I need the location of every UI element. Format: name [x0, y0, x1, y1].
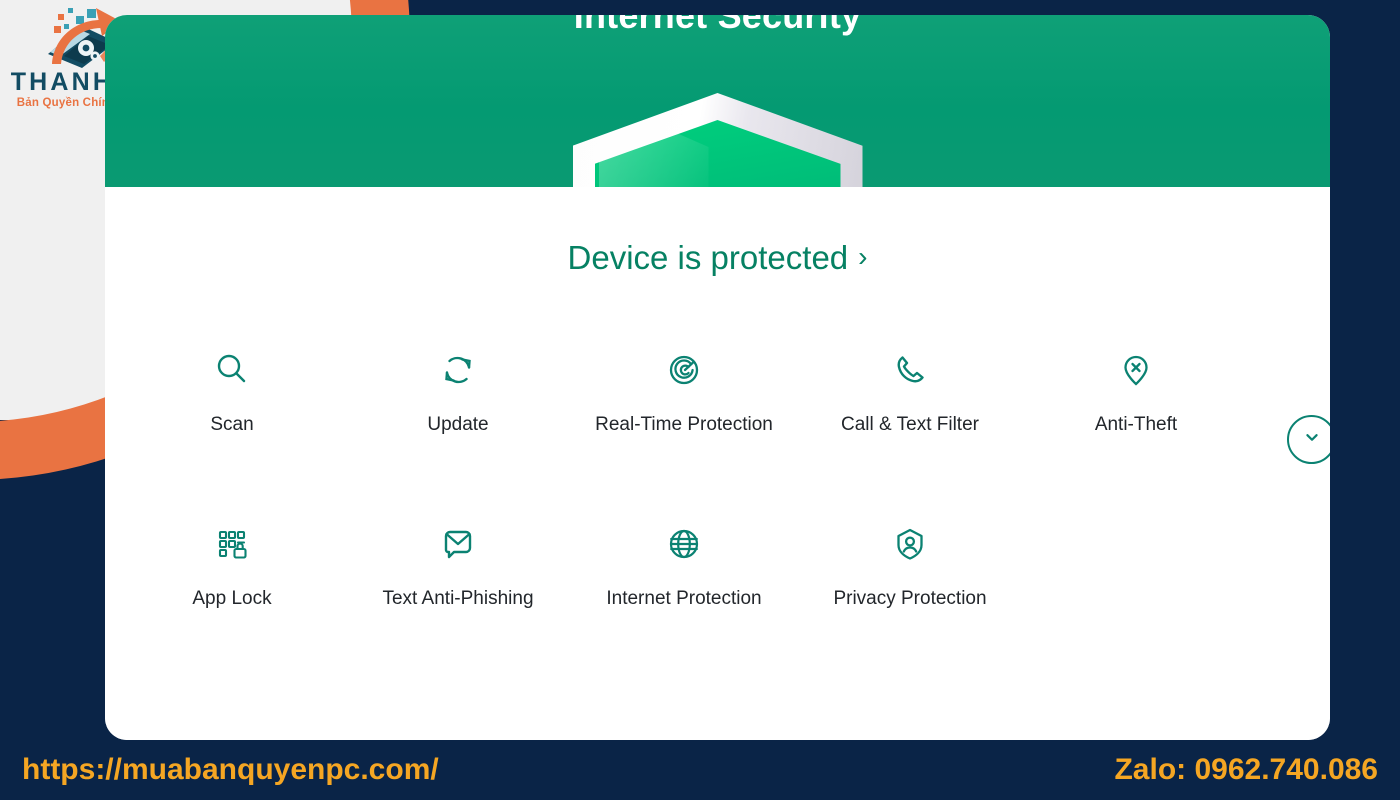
- app-grid-lock-icon: [209, 521, 255, 567]
- chevron-down-icon: [1301, 426, 1323, 453]
- feature-label: Anti-Theft: [1094, 414, 1178, 435]
- feature-grid: Scan Update Real-Time Protection Call & …: [119, 347, 1249, 610]
- feature-anti-theft[interactable]: Anti-Theft: [1023, 347, 1249, 436]
- feature-app-lock[interactable]: App Lock: [119, 521, 345, 610]
- phone-icon: [887, 347, 933, 393]
- device-status-label: Device is protected: [567, 239, 849, 276]
- message-envelope-icon: [435, 521, 481, 567]
- feature-call-text-filter[interactable]: Call & Text Filter: [797, 347, 1023, 436]
- app-title: Internet Security: [573, 15, 862, 36]
- feature-label: Privacy Protection: [833, 588, 987, 609]
- feature-internet-protection[interactable]: Internet Protection: [571, 521, 797, 610]
- footer-zalo-contact[interactable]: Zalo: 0962.740.086: [1114, 753, 1378, 787]
- shield-person-icon: [887, 521, 933, 567]
- feature-label: Scan: [210, 414, 254, 435]
- footer-bar: https://muabanquyenpc.com/ Zalo: 0962.74…: [0, 740, 1400, 800]
- feature-label: App Lock: [192, 588, 272, 609]
- map-pin-x-icon: [1113, 347, 1159, 393]
- screenshot-root: THANHPC Bản Quyền Chính Hãng Internet Se…: [0, 0, 1400, 800]
- radar-target-icon: [661, 347, 707, 393]
- device-status-link[interactable]: Device is protected ›: [568, 239, 868, 277]
- app-header: Internet Security: [105, 15, 1330, 187]
- feature-scan[interactable]: Scan: [119, 347, 345, 436]
- status-row: Device is protected ›: [105, 239, 1330, 277]
- feature-label: Call & Text Filter: [841, 414, 979, 435]
- chevron-right-icon: ›: [858, 241, 868, 272]
- feature-real-time-protection[interactable]: Real-Time Protection: [571, 347, 797, 436]
- feature-label: Internet Protection: [606, 588, 762, 609]
- shield-graphic: [572, 93, 863, 187]
- footer-website-url[interactable]: https://muabanquyenpc.com/: [22, 753, 439, 787]
- feature-label: Update: [427, 414, 489, 435]
- refresh-icon: [435, 347, 481, 393]
- feature-label: Real-Time Protection: [595, 414, 773, 435]
- expand-features-button[interactable]: [1287, 415, 1330, 464]
- feature-text-anti-phishing[interactable]: Text Anti-Phishing: [345, 521, 571, 610]
- app-body: Device is protected › Scan Update Real-T…: [105, 187, 1330, 740]
- feature-privacy-protection[interactable]: Privacy Protection: [797, 521, 1023, 610]
- app-window: Internet Security Device is protected ›: [105, 15, 1330, 740]
- feature-label: Text Anti-Phishing: [382, 588, 534, 609]
- globe-icon: [661, 521, 707, 567]
- feature-update[interactable]: Update: [345, 347, 571, 436]
- magnifier-icon: [209, 347, 255, 393]
